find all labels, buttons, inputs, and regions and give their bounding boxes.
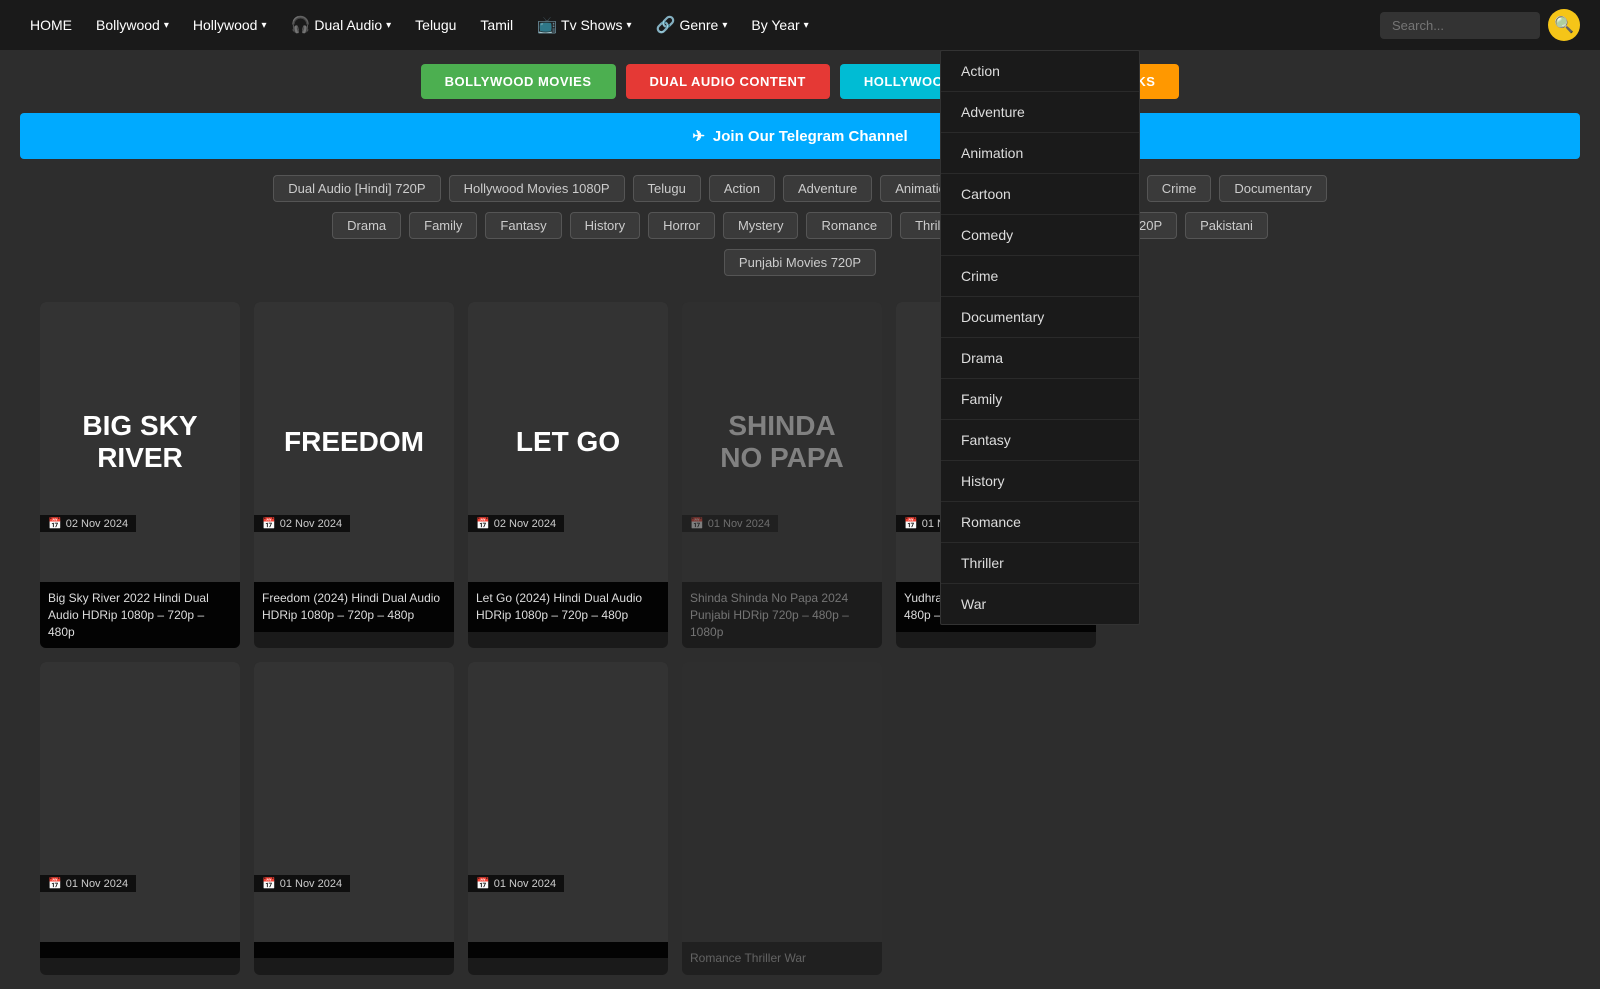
movie-card-r2-3[interactable]: 📅01 Nov 2024	[468, 662, 668, 975]
movie-row-2: 📅01 Nov 2024 📅01 Nov 2024 📅01 Nov 2024	[0, 662, 1600, 975]
movie-info: Shinda Shinda No Papa 2024 Punjabi HDRip…	[682, 582, 882, 648]
filter-tag-history[interactable]: History	[570, 212, 640, 239]
genre-adventure[interactable]: Adventure	[941, 92, 1139, 133]
movie-card-freedom[interactable]: FREEDOM 📅02 Nov 2024 Freedom (2024) Hind…	[254, 302, 454, 648]
movie-date: 📅01 Nov 2024	[254, 875, 350, 892]
nav-telugu[interactable]: Telugu	[405, 11, 466, 39]
genre-history[interactable]: History	[941, 461, 1139, 502]
chevron-down-icon: ▾	[722, 20, 727, 31]
movie-date: 📅01 Nov 2024	[468, 875, 564, 892]
genre-documentary[interactable]: Documentary	[941, 297, 1139, 338]
filter-tag-drama[interactable]: Drama	[332, 212, 401, 239]
genre-drama[interactable]: Drama	[941, 338, 1139, 379]
telegram-icon: ✈	[692, 127, 705, 145]
filter-tag-mystery[interactable]: Mystery	[723, 212, 799, 239]
tv-icon: 📺	[537, 15, 557, 35]
filter-tag-punjabi[interactable]: Punjabi Movies 720P	[724, 249, 876, 276]
dual-audio-btn[interactable]: DUAL AUDIO CONTENT	[626, 64, 830, 99]
movie-info	[40, 942, 240, 958]
genre-cartoon[interactable]: Cartoon	[941, 174, 1139, 215]
chevron-down-icon: ▾	[804, 20, 809, 31]
genre-icon: 🔗	[656, 15, 676, 35]
telegram-banner[interactable]: ✈ Join Our Telegram Channel	[20, 113, 1580, 159]
nav-tv-shows[interactable]: 📺 Tv Shows ▾	[527, 9, 641, 41]
genre-romance[interactable]: Romance	[941, 502, 1139, 543]
filter-tag-fantasy[interactable]: Fantasy	[485, 212, 561, 239]
genre-action[interactable]: Action	[941, 51, 1139, 92]
movie-row-1: BIG SKYRIVER 📅02 Nov 2024 Big Sky River …	[0, 302, 1600, 648]
movie-card-r2-2[interactable]: 📅01 Nov 2024	[254, 662, 454, 975]
quick-links: BOLLYWOOD MOVIES DUAL AUDIO CONTENT HOLL…	[0, 50, 1600, 113]
navigation: HOME Bollywood ▾ Hollywood ▾ 🎧 Dual Audi…	[0, 0, 1600, 50]
filter-row-1: Dual Audio [Hindi] 720P Hollywood Movies…	[40, 175, 1560, 202]
movie-info: Big Sky River 2022 Hindi Dual Audio HDRi…	[40, 582, 240, 648]
chevron-down-icon: ▾	[386, 20, 391, 31]
nav-genre[interactable]: 🔗 Genre ▾	[646, 9, 738, 41]
filter-tag[interactable]: Telugu	[633, 175, 701, 202]
filter-tag[interactable]: Adventure	[783, 175, 872, 202]
genre-thriller[interactable]: Thriller	[941, 543, 1139, 584]
movie-info: Let Go (2024) Hindi Dual Audio HDRip 108…	[468, 582, 668, 632]
movie-date: 📅01 Nov 2024	[40, 875, 136, 892]
movie-date: 📅02 Nov 2024	[254, 515, 350, 532]
movie-card-r2-4[interactable]: Romance Thriller War	[682, 662, 882, 975]
movie-card-r2-1[interactable]: 📅01 Nov 2024	[40, 662, 240, 975]
filter-tag[interactable]: Crime	[1147, 175, 1212, 202]
search-button[interactable]: 🔍	[1548, 9, 1580, 41]
filter-tag[interactable]: Dual Audio [Hindi] 720P	[273, 175, 440, 202]
chevron-down-icon: ▾	[164, 20, 169, 31]
search-input[interactable]	[1380, 12, 1540, 39]
filter-tag-romance[interactable]: Romance	[806, 212, 892, 239]
nav-bollywood[interactable]: Bollywood ▾	[86, 11, 179, 39]
chevron-down-icon: ▾	[626, 20, 631, 31]
nav-hollywood[interactable]: Hollywood ▾	[183, 11, 277, 39]
filter-tag[interactable]: Action	[709, 175, 775, 202]
filter-section: Dual Audio [Hindi] 720P Hollywood Movies…	[0, 159, 1600, 302]
movie-info: Freedom (2024) Hindi Dual Audio HDRip 10…	[254, 582, 454, 632]
movie-info	[468, 942, 668, 958]
chevron-down-icon: ▾	[261, 20, 266, 31]
nav-home[interactable]: HOME	[20, 11, 82, 39]
movie-info: Romance Thriller War	[682, 942, 882, 975]
filter-tag-family[interactable]: Family	[409, 212, 477, 239]
filter-tag[interactable]: Hollywood Movies 1080P	[449, 175, 625, 202]
movie-info	[254, 942, 454, 958]
nav-tamil[interactable]: Tamil	[470, 11, 523, 39]
genre-crime[interactable]: Crime	[941, 256, 1139, 297]
filter-tag-horror[interactable]: Horror	[648, 212, 715, 239]
nav-by-year[interactable]: By Year ▾	[741, 11, 818, 39]
genre-animation[interactable]: Animation	[941, 133, 1139, 174]
search-area: 🔍	[1380, 9, 1580, 41]
genre-comedy[interactable]: Comedy	[941, 215, 1139, 256]
filter-tag-pakistani[interactable]: Pakistani	[1185, 212, 1268, 239]
bollywood-movies-btn[interactable]: BOLLYWOOD MOVIES	[421, 64, 616, 99]
filter-tag[interactable]: Documentary	[1219, 175, 1326, 202]
movie-card-let-go[interactable]: LET GO 📅02 Nov 2024 Let Go (2024) Hindi …	[468, 302, 668, 648]
movie-date: 📅01 Nov 2024	[682, 515, 778, 532]
filter-row-2: Drama Family Fantasy History Horror Myst…	[40, 212, 1560, 239]
movie-date: 📅02 Nov 2024	[468, 515, 564, 532]
genre-war[interactable]: War	[941, 584, 1139, 624]
movie-card-big-sky-river[interactable]: BIG SKYRIVER 📅02 Nov 2024 Big Sky River …	[40, 302, 240, 648]
movie-date: 📅02 Nov 2024	[40, 515, 136, 532]
nav-dual-audio[interactable]: 🎧 Dual Audio ▾	[280, 9, 401, 41]
filter-row-3: Punjabi Movies 720P	[40, 249, 1560, 276]
movie-card-shinda[interactable]: SHINDANO PAPA 📅01 Nov 2024 Shinda Shinda…	[682, 302, 882, 648]
genre-family[interactable]: Family	[941, 379, 1139, 420]
headphones-icon: 🎧	[290, 15, 310, 35]
genre-fantasy[interactable]: Fantasy	[941, 420, 1139, 461]
genre-dropdown: Action Adventure Animation Cartoon Comed…	[940, 50, 1140, 625]
